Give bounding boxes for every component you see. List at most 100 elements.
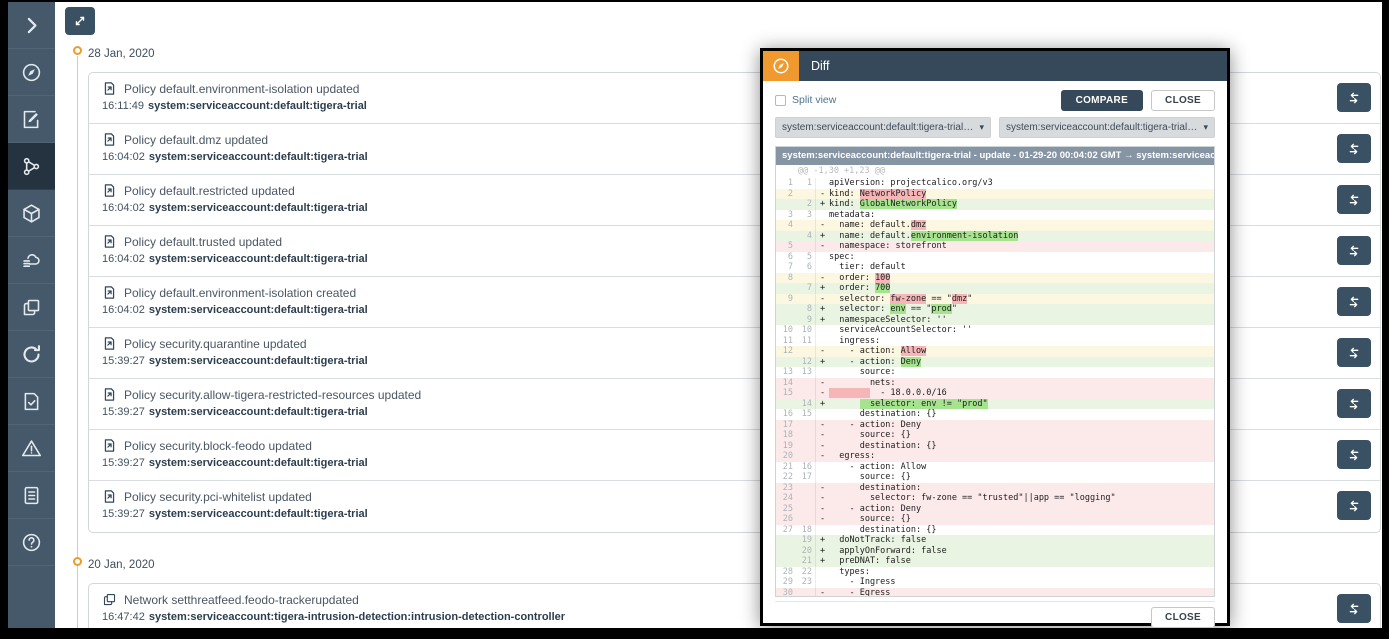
event-time: 16:04:02 [102, 253, 145, 265]
row-diff-button[interactable] [1337, 185, 1371, 214]
diff-modal: Diff Split view COMPARE CLOSE system:ser… [760, 48, 1230, 626]
event-account: system:serviceaccount:default:tigera-tri… [149, 457, 368, 469]
compare-button[interactable]: COMPARE [1061, 90, 1143, 111]
diff-line: 8- order: 100 [776, 273, 1214, 284]
event-account: system:serviceaccount:default:tigera-tri… [149, 202, 368, 214]
row-diff-button[interactable] [1337, 287, 1371, 316]
diff-line: 4- name: default.dmz [776, 220, 1214, 231]
event-title: Policy security.block-feodo updated [124, 439, 312, 453]
sidebar-item-help[interactable] [8, 519, 55, 566]
event-title: Policy default.trusted updated [124, 235, 282, 249]
event-time: 16:04:02 [102, 304, 145, 316]
row-diff-button[interactable] [1337, 389, 1371, 418]
split-view-checkbox[interactable]: Split view [775, 94, 836, 106]
help-icon [21, 532, 42, 553]
diff-line: 23- destination: [776, 483, 1214, 494]
policy-doc-icon [102, 387, 117, 402]
event-account: system:serviceaccount:default:tigera-tri… [149, 304, 368, 316]
diff-line: 19+ doNotTrack: false [776, 535, 1214, 546]
document-edit-icon [21, 109, 42, 130]
policy-doc-icon [102, 285, 117, 300]
sidebar-item-compass[interactable] [8, 49, 55, 96]
diff-line: 1313 source: [776, 367, 1214, 378]
sidebar-item-copy[interactable] [8, 284, 55, 331]
diff-line: 20+ applyOnForward: false [776, 546, 1214, 557]
diff-line: 9- selector: fw-zone == "dmz" [776, 294, 1214, 305]
document-check-icon [21, 391, 42, 412]
event-account: system:serviceaccount:default:tigera-tri… [149, 253, 368, 265]
copy-icon [102, 592, 117, 607]
modal-title: Diff [811, 59, 830, 73]
diff-panel[interactable]: system:serviceaccount:default:tigera-tri… [775, 146, 1215, 597]
policy-doc-icon [102, 132, 117, 147]
diff-line: 14- nets: [776, 378, 1214, 389]
compare-arrows-icon [1346, 90, 1362, 106]
row-diff-button[interactable] [1337, 491, 1371, 520]
diff-line: 20- egress: [776, 451, 1214, 462]
policy-doc-icon [102, 183, 117, 198]
policy-doc-icon [102, 438, 117, 453]
diff-line: 11apiVersion: projectcalico.org/v3 [776, 178, 1214, 189]
checkbox-icon[interactable] [775, 95, 786, 106]
sidebar-item-cube[interactable] [8, 190, 55, 237]
network-graph-icon [21, 156, 42, 177]
diff-modal-footer: CLOSE [775, 601, 1215, 628]
sidebar-item-network-graph[interactable] [8, 143, 55, 190]
expand-timeline-button[interactable] [65, 7, 95, 35]
diff-line: 25- - action: Deny [776, 504, 1214, 515]
diff-line: 2923 - Ingress [776, 577, 1214, 588]
event-account: system:serviceaccount:default:tigera-tri… [149, 406, 368, 418]
sidebar-item-warning[interactable] [8, 425, 55, 472]
diff-modal-body: Split view COMPARE CLOSE system:servicea… [763, 81, 1227, 623]
sidebar-item-refresh[interactable] [8, 331, 55, 378]
diff-line: 24- selector: fw-zone == "trusted"||app … [776, 493, 1214, 504]
row-diff-button[interactable] [1337, 594, 1371, 623]
sidebar-item-document-check[interactable] [8, 378, 55, 425]
event-title: Policy default.dmz updated [124, 133, 268, 147]
compass-icon [21, 62, 42, 83]
compare-arrows-icon [1346, 141, 1362, 157]
diff-line: 2+kind: GlobalNetworkPolicy [776, 199, 1214, 210]
sidebar-item-cloud-storage[interactable] [8, 237, 55, 284]
event-title: Policy security.allow-tigera-restricted-… [124, 388, 421, 402]
compare-arrows-icon [1346, 498, 1362, 514]
chevron-down-icon: ▾ [1203, 122, 1208, 133]
diff-line: 26- source: {} [776, 514, 1214, 525]
refresh-icon [21, 344, 42, 365]
footer-close-button[interactable]: CLOSE [1151, 607, 1215, 628]
cloud-storage-icon [21, 250, 42, 271]
event-account: system:serviceaccount:tigera-intrusion-d… [149, 611, 565, 623]
diff-line: 2822 types: [776, 567, 1214, 578]
timeline-date-label: 20 Jan, 2020 [88, 559, 155, 571]
event-time: 15:39:27 [102, 355, 145, 367]
diff-hunk-header: @@ -1,30 +1,23 @@ [776, 165, 1214, 178]
sidebar-item-document-edit[interactable] [8, 96, 55, 143]
row-diff-button[interactable] [1337, 134, 1371, 163]
diff-line: 2116 - action: Allow [776, 462, 1214, 473]
compare-arrows-icon [1346, 601, 1362, 617]
sidebar-item-report[interactable] [8, 472, 55, 519]
timeline-date-label: 28 Jan, 2020 [88, 48, 155, 60]
diff-line: 2-kind: NetworkPolicy [776, 189, 1214, 200]
warning-icon [21, 438, 42, 459]
chevron-right-icon [21, 15, 42, 36]
event-time: 15:39:27 [102, 457, 145, 469]
policy-doc-icon [102, 234, 117, 249]
right-revision-value: system:serviceaccount:default:tigera-tri… [1006, 122, 1199, 133]
right-revision-select[interactable]: system:serviceaccount:default:tigera-tri… [999, 117, 1215, 138]
diff-line: 7+ order: 700 [776, 283, 1214, 294]
row-diff-button[interactable] [1337, 83, 1371, 112]
diff-line: 9+ namespaceSelector: '' [776, 315, 1214, 326]
diff-line: 1615 destination: {} [776, 409, 1214, 420]
left-revision-select[interactable]: system:serviceaccount:default:tigera-tri… [775, 117, 991, 138]
event-time: 15:39:27 [102, 508, 145, 520]
left-revision-value: system:serviceaccount:default:tigera-tri… [782, 122, 975, 133]
row-diff-button[interactable] [1337, 338, 1371, 367]
close-button[interactable]: CLOSE [1151, 90, 1215, 111]
compare-arrows-icon [1346, 345, 1362, 361]
event-title: Policy default.environment-isolation cre… [124, 286, 356, 300]
sidebar-item-chevron-right[interactable] [8, 2, 55, 49]
row-diff-button[interactable] [1337, 236, 1371, 265]
compare-arrows-icon [1346, 447, 1362, 463]
row-diff-button[interactable] [1337, 440, 1371, 469]
